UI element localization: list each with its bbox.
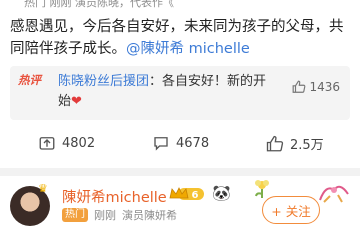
heart-icon: ❤ [71,94,82,109]
hot-comment-like-count: 1436 [309,80,340,94]
like-icon [292,80,306,94]
vip-badge: 6 [168,186,206,202]
feed-divider [0,168,360,176]
avatar-crown-icon: ♛ [38,182,48,195]
mention-link[interactable]: @陳妍希 michelle [126,41,250,57]
vip-level: 6 [192,190,199,201]
like-button[interactable]: 2.5万 [266,134,324,153]
hot-comment-card[interactable]: 热评 陈晓粉丝后援团：各自安好！新的开始❤ 1436 [10,66,350,120]
ribbon-decoration-icon [316,180,352,204]
repost-count: 4802 [62,135,96,151]
username[interactable]: 陳妍希michelle [62,186,167,207]
comment-icon [152,134,170,152]
comment-count: 4678 [176,135,210,151]
post-meta-top: 热门 刚刚 演员陈晓，代表作《 [24,0,174,9]
like-count: 2.5万 [290,138,324,153]
like-icon [266,135,284,153]
hot-comment-text: 陈晓粉丝后援团：各自安好！新的开始❤ [58,72,278,112]
post2-meta: 热门 刚刚 演员陳妍希 [62,207,177,223]
hot-comment-like[interactable]: 1436 [292,80,340,94]
hot-comment-tag: 热评 [18,73,41,87]
vip-crown-icon: 6 [169,187,204,201]
comment-button[interactable]: 4678 [152,134,209,152]
repost-button[interactable]: 4802 [38,134,95,152]
follow-button[interactable]: + 关注 [262,196,320,224]
hot-comment-author[interactable]: 陈晓粉丝后援团 [58,74,149,89]
repost-icon [38,134,56,152]
post2-time: 刚刚 [94,209,116,222]
panda-icon: 🐼 [212,184,231,202]
post-action-bar: 4802 4678 2.5万 [0,134,360,158]
post-text: 感恩遇见，今后各自安好，未来同为孩子的父母，共同陪伴孩子成长。@陳妍希 mich… [10,16,352,60]
hot-badge: 热门 [62,208,88,222]
post2-source: 演员陳妍希 [122,209,177,222]
